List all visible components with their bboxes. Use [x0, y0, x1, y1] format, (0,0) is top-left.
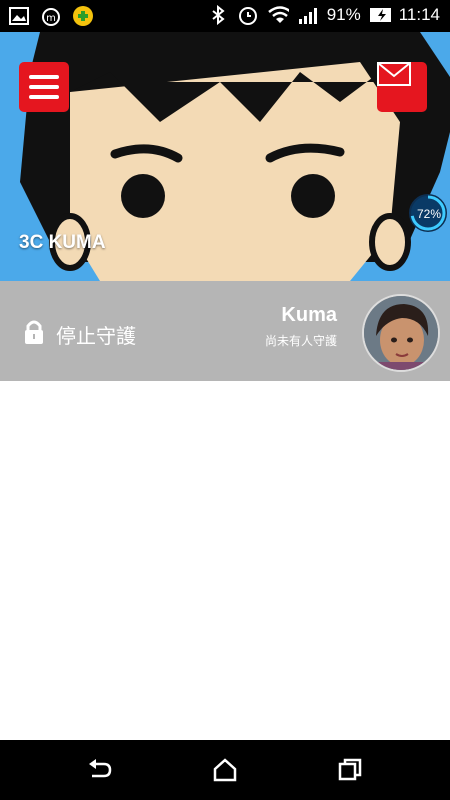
- stop-guard-label[interactable]: 停止守護: [56, 320, 136, 349]
- avatar[interactable]: [362, 294, 440, 372]
- back-icon[interactable]: [84, 754, 116, 786]
- guard-status-text: 尚未有人守護: [264, 334, 337, 348]
- profile-header: 3C KUMA 72%: [0, 32, 450, 281]
- system-icons: 91% 11:14: [207, 4, 440, 26]
- mail-icon: [377, 62, 411, 86]
- clock-time: 11:14: [398, 5, 440, 24]
- menu-icon: [29, 75, 59, 79]
- bluetooth-icon: [207, 4, 229, 26]
- gauge-value: 72%: [416, 207, 442, 221]
- wifi-icon: [267, 4, 289, 26]
- alarm-app-icon: m: [40, 5, 62, 27]
- mail-button[interactable]: [377, 62, 427, 112]
- game-app-icon: [72, 5, 94, 27]
- battery-percent: 91%: [326, 5, 361, 24]
- alarm-clock-icon: [237, 4, 259, 26]
- user-name: Kuma: [281, 304, 337, 326]
- lock-icon[interactable]: [23, 319, 45, 350]
- image-icon: [8, 5, 30, 27]
- guard-status-bar: 停止守護 Kuma 尚未有人守護: [0, 281, 450, 381]
- navigation-bar: [0, 740, 450, 800]
- menu-button[interactable]: [19, 62, 69, 112]
- battery-icon: [369, 4, 391, 26]
- status-bar: m 91% 11:14: [0, 0, 450, 32]
- recent-apps-icon[interactable]: [334, 754, 366, 786]
- profile-title: 3C KUMA: [19, 232, 106, 253]
- notification-icons: m: [8, 5, 94, 27]
- home-icon[interactable]: [209, 754, 241, 786]
- signal-icon: [297, 4, 319, 26]
- svg-text:m: m: [46, 13, 56, 24]
